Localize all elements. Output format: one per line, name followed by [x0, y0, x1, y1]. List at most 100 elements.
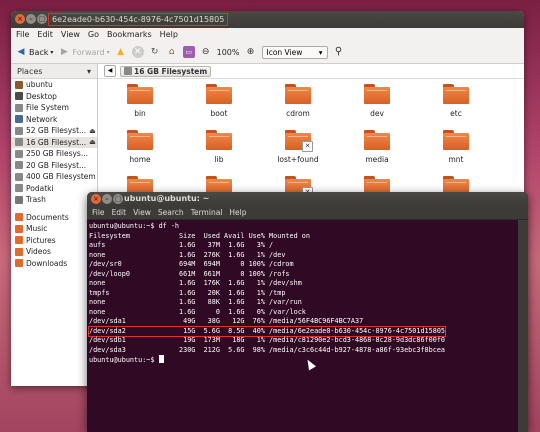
menu-view[interactable]: View — [133, 208, 151, 217]
terminal-line: /dev/sda3 230G 212G 5.6G 98% /media/c3c6… — [89, 346, 516, 356]
folder-item[interactable]: boot — [189, 84, 249, 118]
folder-item[interactable]: mnt — [426, 130, 486, 164]
drive-icon — [15, 161, 23, 170]
menu-search[interactable]: Search — [158, 208, 184, 217]
drive-icon — [15, 184, 23, 193]
folder-icon — [285, 84, 311, 104]
arrow-left-icon: ◀ — [17, 47, 25, 57]
sidebar-item[interactable]: File System — [11, 102, 97, 114]
menu-file[interactable]: File — [16, 30, 29, 39]
sidebar-item[interactable]: 16 GB Filesyst... ⏏ — [11, 136, 97, 148]
sidebar-item[interactable]: 52 GB Filesyst... ⏏ — [11, 125, 97, 137]
folder-icon — [127, 84, 153, 104]
eject-icon[interactable]: ⏏ — [89, 138, 96, 146]
home-icon[interactable]: ⌂ — [166, 46, 178, 58]
minimize-icon[interactable]: – — [26, 14, 36, 24]
drive-icon — [15, 103, 23, 112]
sidebar-item[interactable]: Videos — [11, 246, 97, 258]
places-header[interactable]: Places ▾ — [11, 64, 97, 79]
sidebar-item[interactable]: Downloads — [11, 258, 97, 270]
view-mode-select[interactable]: Icon View ▾ — [261, 45, 328, 59]
folder-item[interactable]: cdrom — [268, 84, 328, 118]
maximize-icon[interactable]: □ — [37, 14, 47, 24]
zoom-out-icon[interactable]: ⊖ — [200, 46, 212, 58]
breadcrumb[interactable]: 16 GB Filesystem — [120, 65, 212, 77]
folder-label: home — [129, 155, 151, 164]
sidebar-item[interactable]: Trash — [11, 194, 97, 206]
path-bar: ◀ 16 GB Filesystem — [98, 64, 524, 79]
folder-item[interactable]: dev — [347, 84, 407, 118]
folder-item[interactable]: home — [110, 130, 170, 164]
folder-label: lost+found — [277, 155, 319, 164]
menu-help[interactable]: Help — [160, 30, 178, 39]
menu-help[interactable]: Help — [229, 208, 246, 217]
folder-icon — [127, 130, 153, 150]
close-icon[interactable]: × — [15, 14, 25, 24]
folder-item[interactable]: etc — [426, 84, 486, 118]
folder-icon — [15, 236, 23, 245]
folder-item[interactable]: ✕ lost+found — [268, 130, 328, 164]
folder-icon — [15, 259, 23, 268]
scrollbar[interactable] — [518, 220, 528, 432]
forward-button[interactable]: ▶ Forward ▾ — [58, 46, 110, 58]
sidebar-item-label: 20 GB Filesyst... — [26, 160, 87, 170]
sidebar-item-label: 250 GB Filesys... — [26, 149, 88, 159]
terminal-console[interactable]: ubuntu@ubuntu:~$ df -h Filesystem Size Us… — [87, 220, 518, 432]
terminal-title: ubuntu@ubuntu: ~ — [124, 194, 210, 203]
sidebar-item[interactable]: Network — [11, 114, 97, 126]
window-title: 6e2eade0-b630-454c-8976-4c7501d15805 — [48, 13, 229, 26]
search-icon[interactable]: ⚲ — [333, 46, 345, 58]
menu-edit[interactable]: Edit — [112, 208, 127, 217]
menu-file[interactable]: File — [92, 208, 105, 217]
network-icon — [15, 115, 23, 124]
terminal-menu-bar: File Edit View Search Terminal Help — [87, 206, 528, 220]
menu-view[interactable]: View — [61, 30, 80, 39]
sidebar-item-label: File System — [26, 103, 69, 113]
terminal-line: /dev/sda1 49G 38G 12G 76% /media/56F4BC9… — [89, 317, 516, 327]
computer-icon[interactable]: ▭ — [182, 46, 195, 58]
back-button[interactable]: ◀ Back ▾ — [15, 46, 54, 58]
menu-go[interactable]: Go — [88, 30, 99, 39]
desktop-icon — [15, 92, 23, 101]
close-icon[interactable]: × — [91, 194, 101, 204]
up-icon[interactable]: ▲ — [115, 46, 127, 58]
terminal-line: /dev/sdb1 19G 173M 18G 1% /media/c81290e… — [89, 336, 516, 346]
reload-icon[interactable]: ↻ — [149, 46, 161, 58]
chevron-down-icon: ▾ — [318, 47, 323, 57]
drive-icon — [124, 67, 132, 75]
path-back-icon[interactable]: ◀ — [104, 65, 116, 77]
folder-item[interactable]: bin — [110, 84, 170, 118]
sidebar-item[interactable]: Music — [11, 223, 97, 235]
zoom-in-icon[interactable]: ⊕ — [245, 46, 257, 58]
folder-item[interactable]: media — [347, 130, 407, 164]
minimize-icon[interactable]: – — [102, 194, 112, 204]
sidebar-item[interactable]: Documents — [11, 212, 97, 224]
arrow-right-icon: ▶ — [60, 47, 68, 57]
places-sidebar: Places ▾ ubuntu Desktop File System Network… — [11, 64, 98, 386]
drive-icon — [15, 172, 23, 181]
terminal-line: none 1.6G 88K 1.6G 1% /var/run — [89, 298, 516, 308]
eject-icon[interactable]: ⏏ — [89, 127, 96, 135]
menu-edit[interactable]: Edit — [37, 30, 53, 39]
terminal-line-text: /dev/sda1 49G 38G 12G 76% /media/56F4BC9… — [89, 317, 364, 325]
trash-icon — [15, 195, 23, 204]
menu-terminal[interactable]: Terminal — [191, 208, 223, 217]
folder-item[interactable]: lib — [189, 130, 249, 164]
stop-icon[interactable]: ✕ — [131, 46, 144, 58]
drive-icon — [15, 149, 23, 158]
maximize-icon[interactable]: □ — [113, 194, 123, 204]
terminal-line: /dev/sda2 15G 5.6G 8.5G 40% /media/6e2ea… — [88, 326, 516, 337]
sidebar-item[interactable]: Podatki — [11, 183, 97, 195]
menu-bookmarks[interactable]: Bookmarks — [107, 30, 152, 39]
terminal-window: × – □ ubuntu@ubuntu: ~ File Edit View Se… — [87, 192, 528, 432]
highlighted-line: /dev/sda2 15G 5.6G 8.5G 40% /media/6e2ea… — [88, 326, 446, 337]
folder-icon — [206, 84, 232, 104]
terminal-line-text: /dev/sr0 694M 694M 0 100% /cdrom — [89, 260, 294, 268]
sidebar-item[interactable]: Pictures — [11, 235, 97, 247]
sidebar-item[interactable]: 250 GB Filesys... — [11, 148, 97, 160]
sidebar-item[interactable]: ubuntu — [11, 79, 97, 91]
sidebar-item[interactable]: 400 GB Filesystem — [11, 171, 97, 183]
terminal-title-bar: × – □ ubuntu@ubuntu: ~ — [87, 192, 528, 206]
sidebar-item[interactable]: Desktop — [11, 91, 97, 103]
sidebar-item[interactable]: 20 GB Filesyst... — [11, 160, 97, 172]
